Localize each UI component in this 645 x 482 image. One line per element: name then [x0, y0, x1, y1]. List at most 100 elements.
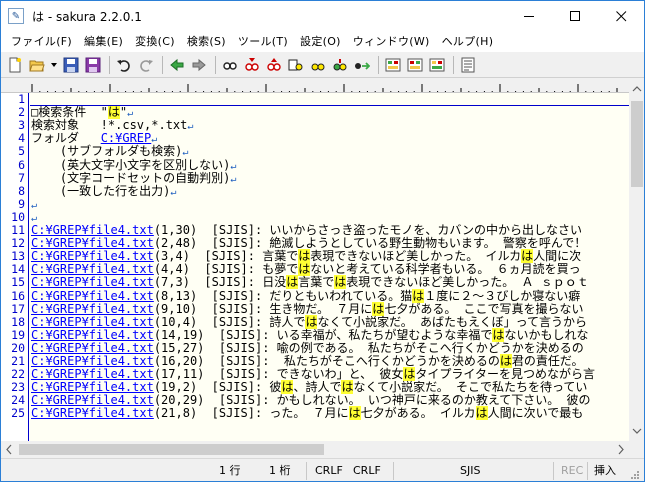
file-path-link[interactable]: C:¥GREP¥file4.txt [31, 328, 154, 342]
file-path-link[interactable]: C:¥GREP¥file4.txt [31, 341, 154, 355]
editor-line[interactable]: C:¥GREP¥file4.txt(9,10) [SJIS]: 生き物だ。 ７月… [31, 301, 584, 316]
editor-line[interactable]: (英大文字小文字を区別しない)↵ [31, 158, 237, 172]
line-text: (14,19) [SJIS]: いる幸福が、私たちが望むような幸福で [153, 327, 493, 342]
grep-icon[interactable] [330, 55, 350, 75]
line-number: 25 [11, 406, 25, 421]
compare-icon[interactable] [405, 55, 425, 75]
line-number: 20 [11, 340, 25, 355]
menu-settings[interactable]: 設定(O) [294, 31, 347, 52]
minimize-icon [523, 15, 534, 17]
editor-line[interactable]: C:¥GREP¥file4.txt(14,19) [SJIS]: いる幸福が、私… [31, 327, 588, 342]
toolbar-separator [109, 55, 110, 74]
editor-line[interactable]: C:¥GREP¥file4.txt(2,48) [SJIS]: 絶滅しようとして… [31, 237, 586, 250]
jump-prev-icon[interactable] [167, 55, 187, 75]
save-icon[interactable] [61, 55, 81, 75]
search-icon[interactable] [220, 55, 240, 75]
status-encoding[interactable]: SJIS [460, 459, 480, 481]
text-area[interactable]: □検索条件 "は"↵ 検索対象 !*.csv,*.txt↵ フォルダ C:¥GREP… [30, 93, 629, 441]
redo-icon[interactable] [136, 55, 156, 75]
line-number: 14 [11, 262, 25, 277]
editor-line[interactable]: □検索条件 "は"↵ [31, 105, 133, 120]
horizontal-scroll-thumb[interactable] [19, 444, 324, 455]
text-editor[interactable]: 1 2 3 4 5 6 7 8 9 10 11 12 13 14 15 16 17 18 19 20 21 22 23 24 2… [1, 93, 629, 441]
horizontal-scrollbar[interactable] [1, 441, 629, 458]
file-path-link[interactable]: C:¥GREP¥file4.txt [31, 275, 154, 289]
line-number: 17 [11, 301, 25, 316]
editor-line[interactable]: C:¥GREP¥file4.txt(15,27) [SJIS]: 喩の例である。… [31, 341, 584, 355]
status-eol-file[interactable]: CRLF [353, 459, 381, 481]
close-button[interactable] [598, 1, 644, 31]
editor-line[interactable]: C:¥GREP¥file4.txt(21,8) [SJIS]: った。 ７月には… [31, 406, 583, 421]
settings-icon[interactable] [458, 55, 478, 75]
open-folder-icon[interactable] [27, 55, 47, 75]
line-number: 3 [18, 118, 25, 133]
editor-line[interactable]: C:¥GREP¥file4.txt(8,13) [SJIS]: だりともいわれて… [31, 288, 581, 303]
search-prev-icon[interactable] [264, 55, 284, 75]
status-row: 1 行 [219, 464, 241, 477]
file-path-link[interactable]: C:¥GREP¥file4.txt [31, 223, 154, 237]
menu-window[interactable]: ウィンドウ(W) [347, 31, 436, 52]
scroll-left-icon[interactable] [1, 441, 17, 458]
undo-icon[interactable] [114, 55, 134, 75]
maximize-button[interactable] [552, 1, 598, 31]
menu-search[interactable]: 検索(S) [181, 31, 232, 52]
menu-edit[interactable]: 編集(E) [78, 31, 129, 52]
bookmark-icon[interactable] [308, 55, 328, 75]
editor-line[interactable]: (サブフォルダも検索)↵ [31, 145, 189, 159]
line-number: 12 [11, 236, 25, 251]
line-text: □検索条件 " [31, 105, 108, 120]
tag-jump-icon[interactable] [352, 55, 372, 75]
line-text: １度に２～３びしか寝ない癖 [424, 288, 581, 303]
search-match-highlight: は [372, 301, 385, 316]
dropdown-arrow-icon[interactable] [49, 55, 59, 75]
file-path-link[interactable]: C:¥GREP¥file4.txt [31, 236, 154, 250]
menu-help[interactable]: ヘルプ(H) [436, 31, 500, 52]
line-number: 23 [11, 380, 25, 395]
scroll-right-icon[interactable] [613, 441, 629, 458]
file-path-link[interactable]: C:¥GREP¥file4.txt [31, 406, 154, 420]
scroll-down-icon[interactable] [629, 423, 645, 439]
file-path-link[interactable]: C:¥GREP¥file4.txt [31, 289, 154, 303]
line-text: (21,8) [SJIS]: った。 ７月に [153, 406, 349, 421]
toolbar-separator [215, 55, 216, 74]
editor-line[interactable]: C:¥GREP¥file4.txt(7,3) [SJIS]: 日没は言葉では表現… [31, 275, 589, 290]
line-text: (16,20) [SJIS]: 私たちがそこへ行くかどうかを決めるの [153, 354, 500, 368]
outline-icon[interactable] [427, 55, 447, 75]
file-path-link[interactable]: C:¥GREP¥file4.txt [31, 315, 154, 329]
menu-convert[interactable]: 変換(C) [129, 31, 181, 52]
editor-line[interactable]: ↵ [31, 198, 37, 211]
file-path-link[interactable]: C:¥GREP¥file4.txt [31, 367, 154, 381]
status-column: 1 桁 [269, 464, 291, 477]
new-file-icon[interactable] [5, 55, 25, 75]
editor-line[interactable]: (文字コードセットの自動判別)↵ [31, 171, 237, 185]
menu-tools[interactable]: ツール(T) [232, 31, 294, 52]
line-text: (2,48) [SJIS]: 絶滅しようとしている野生動物もいます。 警察を呼ん… [153, 236, 587, 251]
replace-icon[interactable] [286, 55, 306, 75]
vertical-scroll-thumb[interactable] [631, 101, 643, 187]
minimize-button[interactable] [506, 1, 552, 31]
toolbar [1, 52, 644, 78]
file-path-link[interactable]: C:¥GREP¥file4.txt [31, 354, 154, 368]
search-next-icon[interactable] [242, 55, 262, 75]
status-insert-mode[interactable]: 挿入 [594, 459, 616, 481]
file-path-link[interactable]: C:¥GREP¥file4.txt [31, 302, 154, 316]
crlf-mark-icon: ↵ [31, 199, 38, 211]
line-number: 1 [18, 93, 25, 106]
line-text: なくて小説家だ。 あばたもえくぼ」って言うから [317, 314, 587, 329]
jump-next-icon[interactable] [189, 55, 209, 75]
editor-line[interactable]: (一致した行を出力)↵ [31, 184, 177, 198]
editor-line[interactable]: C:¥GREP¥file4.txt(10,4) [SJIS]: 詩人ではなくて小… [31, 314, 587, 329]
line-number: 13 [11, 249, 25, 264]
line-number: 2 [18, 105, 25, 120]
search-match-highlight: は [403, 367, 416, 382]
status-eol-input[interactable]: CRLF [315, 459, 343, 481]
title-bar[interactable]: ✎ は - sakura 2.2.0.1 [1, 1, 644, 31]
resize-grip-icon[interactable] [629, 469, 641, 481]
editor-line[interactable]: ↵ [31, 211, 37, 224]
vertical-scrollbar[interactable] [629, 79, 645, 441]
menu-file[interactable]: ファイル(F) [5, 31, 78, 52]
search-match-highlight: は [492, 327, 505, 342]
tag-back-icon[interactable] [383, 55, 403, 75]
save-all-icon[interactable] [83, 55, 103, 75]
scroll-up-icon[interactable] [629, 81, 645, 97]
